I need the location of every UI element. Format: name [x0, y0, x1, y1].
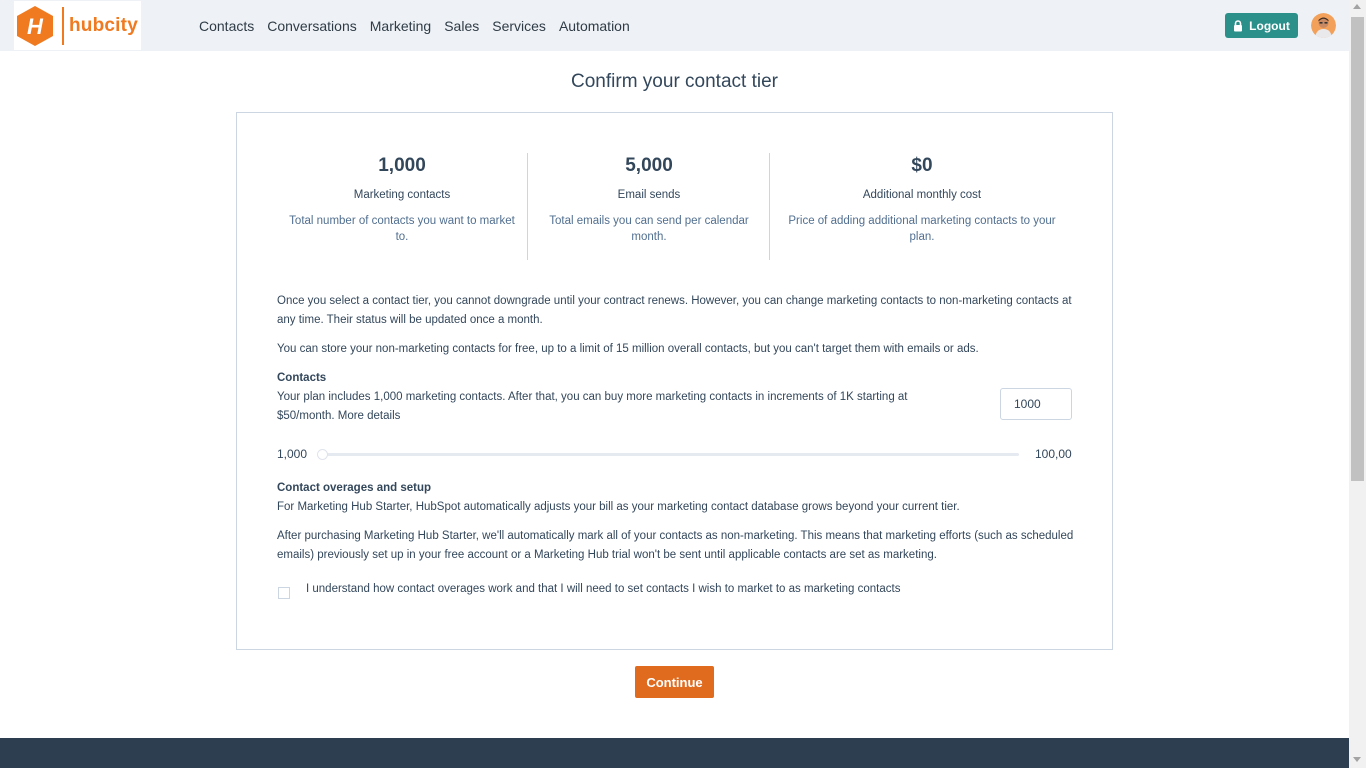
- stat-description-line: Price of adding additional marketing con…: [788, 215, 1056, 227]
- stat-email-sends: 5,000 Email sends Total emails you can s…: [534, 153, 764, 245]
- nav-marketing[interactable]: Marketing: [370, 18, 431, 34]
- intro-paragraph-storage: You can store your non-marketing contact…: [277, 343, 979, 355]
- stat-value: $0: [911, 155, 933, 176]
- nav-contacts[interactable]: Contacts: [199, 18, 254, 34]
- overages-paragraph-non-marketing: After purchasing Marketing Hub Starter, …: [277, 527, 1077, 565]
- nav-sales[interactable]: Sales: [444, 18, 479, 34]
- nav-services[interactable]: Services: [492, 18, 546, 34]
- contacts-slider-track[interactable]: [327, 453, 1019, 456]
- stat-description-line: month.: [631, 231, 667, 243]
- continue-button[interactable]: Continue: [635, 666, 714, 698]
- page-title: Confirm your contact tier: [571, 71, 778, 92]
- slider-min-label: 1,000: [277, 447, 308, 461]
- contacts-quantity-input[interactable]: 1000: [1000, 388, 1072, 420]
- overages-heading: Contact overages and setup: [277, 482, 432, 494]
- stat-marketing-contacts: 1,000 Marketing contacts Total number of…: [282, 153, 522, 245]
- stat-description: Price of adding additional marketing con…: [777, 213, 1067, 245]
- nav-conversations[interactable]: Conversations: [267, 18, 357, 34]
- paragraph-line: emails) previously set up in your free a…: [277, 549, 937, 561]
- overages-acknowledge-checkbox[interactable]: [278, 587, 290, 599]
- stat-description-line: plan.: [909, 231, 935, 243]
- stat-divider: [527, 153, 528, 260]
- logout-label: Logout: [1249, 18, 1290, 33]
- slider-max-label: 100,00: [1035, 447, 1072, 461]
- overages-paragraph-billing: For Marketing Hub Starter, HubSpot autom…: [277, 501, 960, 513]
- page-scrollbar[interactable]: [1349, 0, 1366, 768]
- paragraph-line: $50/month. More details: [277, 410, 401, 422]
- page-footer: [0, 738, 1349, 768]
- paragraph-line: any time. Their status will be updated o…: [277, 314, 543, 326]
- contacts-description: Your plan includes 1,000 marketing conta…: [277, 388, 977, 426]
- intro-paragraph-downgrade: Once you select a contact tier, you cann…: [277, 292, 1077, 330]
- overages-acknowledge-label[interactable]: I understand how contact overages work a…: [306, 583, 900, 595]
- main-nav: Contacts Conversations Marketing Sales S…: [199, 18, 643, 34]
- stat-label: Marketing contacts: [353, 189, 451, 201]
- paragraph-line: After purchasing Marketing Hub Starter, …: [277, 530, 1074, 542]
- logo-mark-letter: H: [27, 14, 44, 39]
- user-avatar[interactable]: [1311, 13, 1336, 38]
- contacts-slider-handle[interactable]: [317, 449, 328, 460]
- stat-description: Total number of contacts you want to mar…: [282, 213, 522, 245]
- stat-label: Additional monthly cost: [862, 189, 982, 201]
- paragraph-line: Once you select a contact tier, you cann…: [277, 295, 1072, 307]
- stat-value: 1,000: [378, 155, 426, 176]
- logout-button[interactable]: Logout: [1225, 13, 1298, 38]
- stat-description-line: Total emails you can send per calendar: [549, 215, 749, 227]
- stat-divider: [769, 153, 770, 260]
- paragraph-line: Your plan includes 1,000 marketing conta…: [277, 391, 908, 403]
- stat-description-line: to.: [395, 231, 409, 243]
- stat-additional-cost: $0 Additional monthly cost Price of addi…: [777, 153, 1067, 245]
- top-navigation-bar: H hubcity Contacts Conversations Marketi…: [0, 0, 1349, 51]
- nav-automation[interactable]: Automation: [559, 18, 630, 34]
- user-avatar-image: [1311, 13, 1336, 38]
- brand-name: hubcity: [69, 14, 138, 36]
- logo-divider: [62, 6, 64, 45]
- stat-description: Total emails you can send per calendar m…: [534, 213, 764, 245]
- scroll-down-arrow-icon[interactable]: [1353, 757, 1361, 762]
- stat-value: 5,000: [625, 155, 673, 176]
- hubcity-hexagon-logo-icon: H: [17, 5, 53, 46]
- contact-tier-card: 1,000 Marketing contacts Total number of…: [236, 112, 1113, 650]
- stat-description-line: Total number of contacts you want to mar…: [289, 215, 515, 227]
- lock-icon: [1234, 19, 1243, 31]
- scroll-up-arrow-icon[interactable]: [1353, 4, 1361, 9]
- scrollbar-thumb[interactable]: [1351, 17, 1364, 481]
- stat-label: Email sends: [617, 189, 681, 201]
- hubcity-logo[interactable]: H hubcity: [14, 1, 141, 50]
- contacts-heading: Contacts: [277, 372, 327, 384]
